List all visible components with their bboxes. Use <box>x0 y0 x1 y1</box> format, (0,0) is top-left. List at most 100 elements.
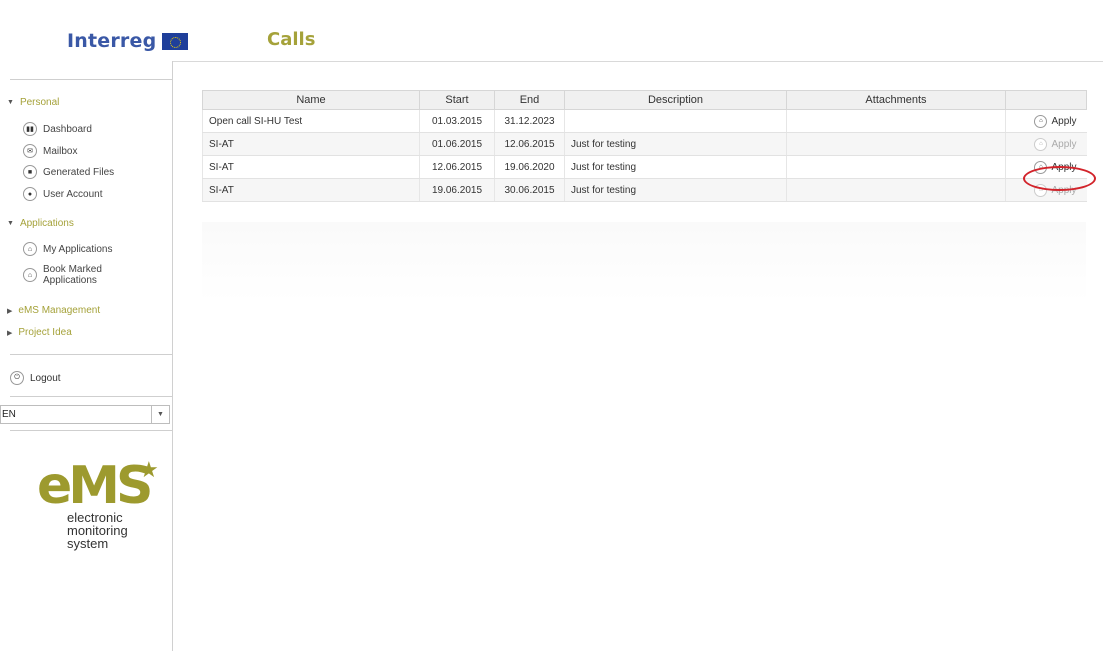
cell-name: SI-AT <box>202 178 420 202</box>
cell-action: ⌂ Apply <box>1005 155 1087 179</box>
column-header-description[interactable]: Description <box>564 90 787 110</box>
logout-button[interactable]: ⏻ Logout <box>10 371 61 385</box>
language-value: EN <box>2 409 16 420</box>
cell-name: SI-AT <box>202 155 420 179</box>
column-header-name[interactable]: Name <box>202 90 420 110</box>
table-header-row: Name Start End Description Attachments <box>202 90 1087 110</box>
cell-description: Just for testing <box>564 132 787 156</box>
apply-icon: ⌂ <box>1034 183 1048 197</box>
cell-attachments <box>786 178 1006 202</box>
apply-icon: ⌂ <box>1034 160 1048 174</box>
apply-icon: ⌂ <box>1034 137 1048 151</box>
apply-icon: ⌂ <box>1034 114 1048 128</box>
cell-description <box>564 109 787 133</box>
cell-end: 12.06.2015 <box>494 132 565 156</box>
sidebar-divider <box>10 354 172 355</box>
sidebar-divider <box>10 396 172 397</box>
user-icon: ● <box>23 187 37 201</box>
cell-action: ⌂ Apply <box>1005 132 1087 156</box>
caret-down-icon: ▼ <box>7 220 14 227</box>
sidebar-item-label: Dashboard <box>43 123 92 135</box>
page-title: Calls <box>267 29 316 50</box>
applications-icon: ⌂ <box>23 242 37 256</box>
sidebar-border <box>172 61 173 651</box>
sidebar-item-dashboard[interactable]: ▮▮ Dashboard <box>23 122 92 136</box>
cell-description: Just for testing <box>564 178 787 202</box>
cell-description: Just for testing <box>564 155 787 179</box>
cell-start: 19.06.2015 <box>419 178 495 202</box>
column-header-start[interactable]: Start <box>419 90 495 110</box>
label-line1: Book Marked <box>43 264 102 275</box>
apply-label: Apply <box>1051 138 1077 150</box>
calls-table: Name Start End Description Attachments O… <box>202 90 1087 202</box>
ems-logo-word: eMS <box>37 456 153 516</box>
cell-name: SI-AT <box>202 132 420 156</box>
sidebar-item-label: Book Marked Applications <box>43 264 102 286</box>
apply-button-disabled: ⌂ Apply <box>1034 137 1077 151</box>
mail-icon: ✉ <box>23 144 37 158</box>
sidebar-section-personal[interactable]: ▼ Personal <box>7 97 59 108</box>
sidebar-item-label: Mailbox <box>43 145 78 157</box>
cell-start: 01.06.2015 <box>419 132 495 156</box>
table-row: SI-AT 19.06.2015 30.06.2015 Just for tes… <box>202 178 1087 202</box>
cell-attachments <box>786 155 1006 179</box>
cell-name: Open call SI-HU Test <box>202 109 420 133</box>
ems-logo: eMS ★ electronic monitoring system <box>37 456 159 555</box>
cell-start: 01.03.2015 <box>419 109 495 133</box>
bookmark-icon: ⌂ <box>23 268 37 282</box>
caret-right-icon: ▶ <box>7 307 13 315</box>
sidebar-item-label: My Applications <box>43 243 113 255</box>
sidebar-section-ems-management[interactable]: ▶ eMS Management <box>7 305 100 316</box>
section-label: Personal <box>19 97 60 108</box>
table-empty-area <box>202 222 1086 302</box>
apply-button-disabled: ⌂ Apply <box>1034 183 1077 197</box>
chevron-down-icon: ▼ <box>151 406 169 423</box>
sidebar-item-my-applications[interactable]: ⌂ My Applications <box>23 242 112 256</box>
column-header-attachments[interactable]: Attachments <box>786 90 1006 110</box>
ems-line3: system <box>67 536 109 551</box>
language-select[interactable]: EN ▼ <box>0 405 170 424</box>
cell-end: 31.12.2023 <box>494 109 565 133</box>
apply-button[interactable]: ⌂ Apply <box>1034 114 1077 128</box>
table-row: SI-AT 12.06.2015 19.06.2020 Just for tes… <box>202 155 1087 179</box>
star-icon: ★ <box>139 457 159 482</box>
files-icon: ■ <box>23 165 37 179</box>
dashboard-icon: ▮▮ <box>23 122 37 136</box>
power-icon: ⏻ <box>10 371 24 385</box>
sidebar-item-mailbox[interactable]: ✉ Mailbox <box>23 144 77 158</box>
caret-down-icon: ▼ <box>7 99 14 106</box>
section-label: Applications <box>19 218 74 229</box>
apply-button[interactable]: ⌂ Apply <box>1034 160 1077 174</box>
cell-action: ⌂ Apply <box>1005 178 1087 202</box>
ems-logo-subtitle: electronic monitoring system <box>67 511 128 550</box>
sidebar: ▼ Personal ▮▮ Dashboard ✉ Mailbox ■ Gene… <box>0 0 172 671</box>
section-label: Project Idea <box>18 327 72 338</box>
header-divider <box>172 61 1103 62</box>
sidebar-item-label: Generated Files <box>43 166 115 178</box>
sidebar-item-generated-files[interactable]: ■ Generated Files <box>23 165 114 179</box>
cell-end: 19.06.2020 <box>494 155 565 179</box>
cell-attachments <box>786 109 1006 133</box>
sidebar-section-applications[interactable]: ▼ Applications <box>7 218 74 229</box>
sidebar-divider <box>10 79 172 80</box>
caret-right-icon: ▶ <box>7 329 13 337</box>
section-label: eMS Management <box>18 305 101 316</box>
sidebar-section-project-idea[interactable]: ▶ Project Idea <box>7 327 72 338</box>
cell-action: ⌂ Apply <box>1005 109 1087 133</box>
table-row: Open call SI-HU Test 01.03.2015 31.12.20… <box>202 109 1087 133</box>
sidebar-divider <box>10 430 172 431</box>
cell-end: 30.06.2015 <box>494 178 565 202</box>
logout-label: Logout <box>30 372 61 384</box>
column-header-end[interactable]: End <box>494 90 565 110</box>
sidebar-item-bookmarked-applications[interactable]: ⌂ Book Marked Applications <box>23 264 102 286</box>
column-header-action <box>1005 90 1087 110</box>
table-row: SI-AT 01.06.2015 12.06.2015 Just for tes… <box>202 132 1087 156</box>
apply-label: Apply <box>1051 161 1077 173</box>
apply-label: Apply <box>1051 115 1077 127</box>
cell-start: 12.06.2015 <box>419 155 495 179</box>
sidebar-item-user-account[interactable]: ● User Account <box>23 187 102 201</box>
label-line2: Applications <box>43 275 97 286</box>
cell-attachments <box>786 132 1006 156</box>
sidebar-item-label: User Account <box>43 188 103 200</box>
apply-label: Apply <box>1051 184 1077 196</box>
